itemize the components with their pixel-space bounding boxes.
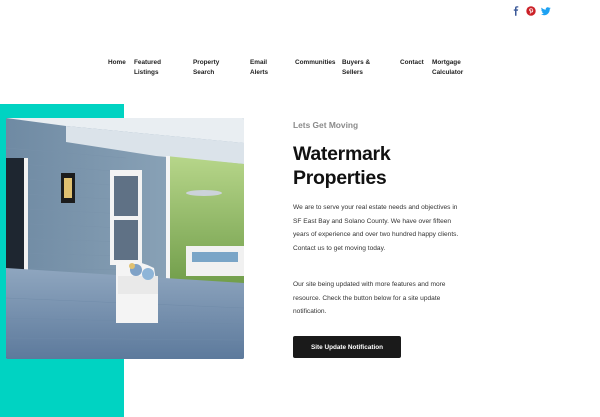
porch-photo — [6, 118, 244, 359]
hero-paragraph-update: Our site being updated with more feature… — [293, 281, 446, 316]
nav-item-featured-listings[interactable]: Featured Listings — [134, 58, 174, 78]
nav-item-email-alerts[interactable]: Email Alerts — [250, 58, 280, 78]
hero-paragraph-intro: We are to serve your real estate needs a… — [293, 204, 459, 252]
site-update-notification-button[interactable]: Site Update Notification — [293, 336, 401, 358]
nav-item-buyers-sellers[interactable]: Buyers & Sellers — [342, 58, 382, 78]
twitter-icon[interactable] — [541, 6, 551, 16]
hero-eyebrow: Lets Get Moving — [293, 120, 359, 130]
nav-item-mortgage-calculator[interactable]: Mortgage Calculator — [432, 58, 472, 78]
pinterest-icon[interactable] — [526, 6, 536, 16]
social-links — [511, 6, 551, 16]
hero-title: Watermark Properties — [293, 143, 391, 189]
facebook-icon[interactable] — [511, 6, 521, 16]
nav-item-contact[interactable]: Contact — [400, 58, 428, 68]
main-nav: Home Featured Listings Property Search E… — [0, 58, 600, 82]
nav-item-property-search[interactable]: Property Search — [193, 58, 231, 78]
nav-item-communities[interactable]: Communities — [295, 58, 339, 68]
nav-item-home[interactable]: Home — [108, 58, 132, 68]
